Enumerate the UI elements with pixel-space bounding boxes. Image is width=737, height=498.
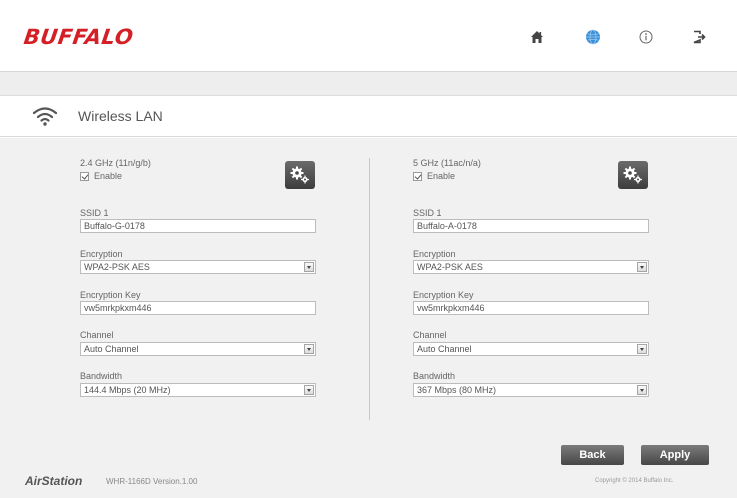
band-5ghz-encryption-select[interactable]: WPA2-PSK AES <box>413 260 649 274</box>
band-5ghz-bandwidth-select[interactable]: 367 Mbps (80 MHz) <box>413 383 649 397</box>
band-24ghz-bandwidth-value: 144.4 Mbps (20 MHz) <box>84 385 171 395</box>
band-24ghz-advanced-settings-button[interactable] <box>285 161 315 189</box>
band-24ghz-key-input[interactable]: vw5mrkpkxm446 <box>80 301 316 315</box>
band-5ghz-enable-label: Enable <box>427 171 456 181</box>
top-header: BUFFALO <box>0 0 737 72</box>
band-24ghz-channel-label: Channel <box>80 330 114 340</box>
band-24ghz-enable-row[interactable]: Enable <box>80 171 122 181</box>
band-24ghz-enable-label: Enable <box>94 171 123 181</box>
globe-icon[interactable] <box>584 28 602 46</box>
band-5ghz-advanced-settings-button[interactable] <box>618 161 648 189</box>
wireless-settings-panel: 2.4 GHz (11n/g/b) Enable SSID 1 Buffalo-… <box>0 138 737 498</box>
buffalo-logo: BUFFALO <box>22 25 135 49</box>
band-24ghz-ssid-input[interactable]: Buffalo-G-0178 <box>80 219 316 233</box>
chevron-down-icon[interactable] <box>304 262 314 272</box>
chevron-down-icon[interactable] <box>637 262 647 272</box>
band-5ghz-encryption-value: WPA2-PSK AES <box>417 262 483 272</box>
band-5ghz-ssid-label: SSID 1 <box>413 208 442 218</box>
band-5ghz-bandwidth-label: Bandwidth <box>413 371 456 381</box>
section-header: Wireless LAN <box>0 97 737 137</box>
band-24ghz-key-label: Encryption Key <box>80 290 141 300</box>
info-icon[interactable] <box>637 28 655 46</box>
band-24ghz-enable-checkbox[interactable] <box>80 171 89 181</box>
chevron-down-icon[interactable] <box>304 385 314 395</box>
chevron-down-icon[interactable] <box>637 344 647 354</box>
band-5ghz-bandwidth-value: 367 Mbps (80 MHz) <box>417 385 497 395</box>
band-24ghz-bandwidth-label: Bandwidth <box>80 371 123 381</box>
band-24ghz-encryption-select[interactable]: WPA2-PSK AES <box>80 260 316 274</box>
band-5ghz-enable-row[interactable]: Enable <box>413 171 455 181</box>
band-5ghz-label: 5 GHz (11ac/n/a) <box>413 158 481 168</box>
band-5ghz-channel-label: Channel <box>413 330 447 340</box>
band-24ghz-encryption-label: Encryption <box>80 249 123 259</box>
apply-button[interactable]: Apply <box>641 445 709 465</box>
copyright-text: Copyright © 2014 Buffalo Inc. <box>595 478 674 484</box>
band-5ghz-enable-checkbox[interactable] <box>413 171 422 181</box>
band-5ghz-key-label: Encryption Key <box>413 290 474 300</box>
home-icon[interactable] <box>528 28 546 46</box>
band-24ghz-label: 2.4 GHz (11n/g/b) <box>80 158 151 168</box>
logout-icon[interactable] <box>690 28 708 46</box>
model-version: WHR-1166D Version.1.00 <box>106 477 198 486</box>
band-5ghz-ssid-input[interactable]: Buffalo-A-0178 <box>413 219 649 233</box>
airstation-logo: AirStation <box>25 474 83 488</box>
band-24ghz-column: 2.4 GHz (11n/g/b) Enable SSID 1 Buffalo-… <box>80 138 380 438</box>
band-5ghz-key-input[interactable]: vw5mrkpkxm446 <box>413 301 649 315</box>
band-24ghz-encryption-value: WPA2-PSK AES <box>84 262 150 272</box>
band-5ghz-channel-value: Auto Channel <box>417 344 472 354</box>
band-5ghz-encryption-label: Encryption <box>413 249 456 259</box>
column-divider <box>369 158 370 420</box>
back-button[interactable]: Back <box>561 445 624 465</box>
wifi-icon <box>32 105 58 132</box>
band-24ghz-channel-select[interactable]: Auto Channel <box>80 342 316 356</box>
chevron-down-icon[interactable] <box>637 385 647 395</box>
band-24ghz-bandwidth-select[interactable]: 144.4 Mbps (20 MHz) <box>80 383 316 397</box>
gears-icon <box>623 166 642 184</box>
header-band <box>0 72 737 96</box>
page-title: Wireless LAN <box>78 108 163 124</box>
chevron-down-icon[interactable] <box>304 344 314 354</box>
gears-icon <box>290 166 309 184</box>
band-24ghz-channel-value: Auto Channel <box>84 344 139 354</box>
band-5ghz-column: 5 GHz (11ac/n/a) Enable SSID 1 Buffalo-A… <box>413 138 713 438</box>
band-24ghz-ssid-label: SSID 1 <box>80 208 109 218</box>
band-5ghz-channel-select[interactable]: Auto Channel <box>413 342 649 356</box>
